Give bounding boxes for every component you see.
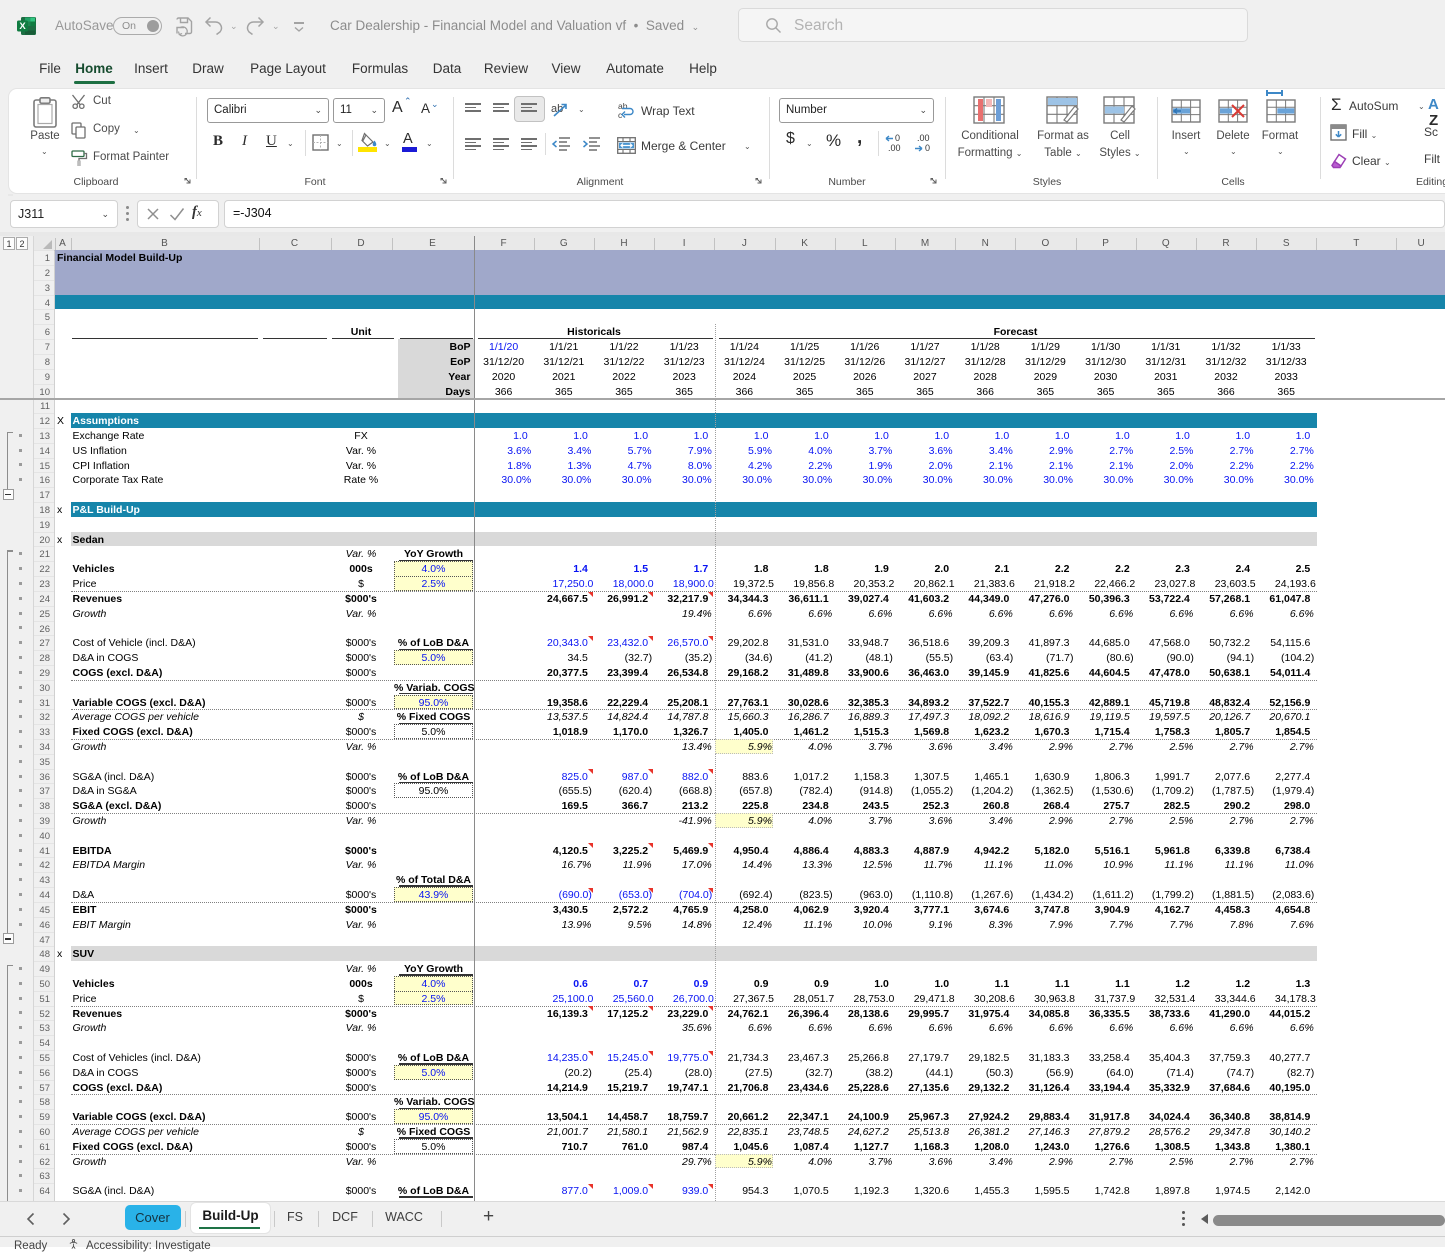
svg-text:0: 0: [895, 133, 900, 143]
svg-text:.00: .00: [888, 143, 901, 152]
svg-text:X: X: [19, 21, 26, 32]
svg-text:.00: .00: [917, 133, 930, 143]
